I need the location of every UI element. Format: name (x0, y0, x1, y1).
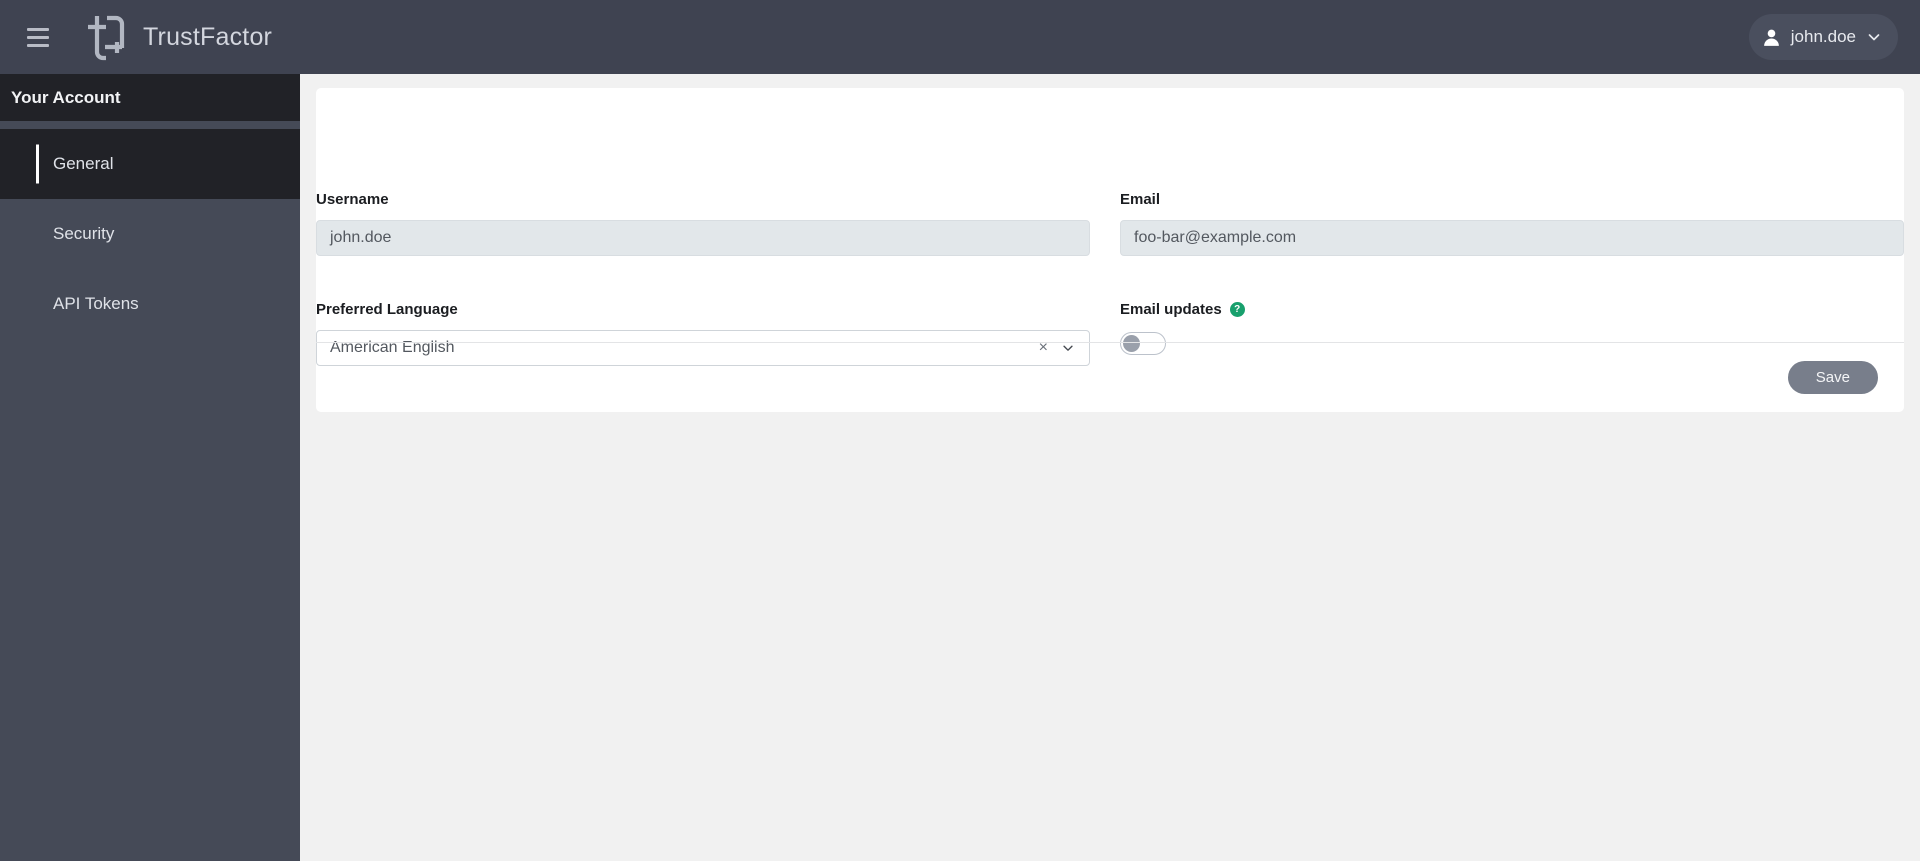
email-updates-label: Email updates ? (1120, 301, 1904, 318)
user-menu-button[interactable]: john.doe (1748, 14, 1898, 60)
username-input[interactable]: john.doe (316, 220, 1090, 256)
sidebar-item-api-tokens[interactable]: API Tokens (0, 269, 300, 339)
sidebar: Your Account General Security API Tokens (0, 74, 300, 861)
chevron-down-icon (1868, 34, 1880, 41)
hamburger-icon[interactable] (15, 14, 61, 60)
brand-name: TrustFactor (143, 22, 273, 51)
email-input[interactable]: foo-bar@example.com (1120, 220, 1904, 256)
username-field-group: Username john.doe (316, 191, 1110, 256)
form-row-1: Username john.doe Email foo-bar@example.… (316, 191, 1904, 256)
sidebar-item-security[interactable]: Security (0, 199, 300, 269)
account-settings-card: Username john.doe Email foo-bar@example.… (316, 88, 1904, 412)
email-label: Email (1120, 191, 1161, 208)
trustfactor-logo-icon (88, 15, 125, 61)
top-header: TrustFactor john.doe (0, 0, 1920, 74)
sidebar-item-label: Security (53, 224, 115, 243)
question-mark-icon[interactable]: ? (1229, 302, 1245, 317)
user-menu-label: john.doe (1790, 27, 1856, 46)
main-content: Username john.doe Email foo-bar@example.… (300, 74, 1920, 861)
brand-logo-link[interactable]: TrustFactor (81, 12, 272, 62)
active-indicator (36, 144, 39, 184)
email-updates-label-text: Email updates (1120, 301, 1222, 318)
preferred-language-label: Preferred Language (316, 301, 458, 318)
email-field-group: Email foo-bar@example.com (1110, 191, 1904, 256)
username-label: Username (316, 191, 389, 208)
sidebar-item-label: API Tokens (53, 294, 139, 313)
sidebar-title: Your Account (0, 74, 300, 121)
sidebar-item-label: General (53, 154, 114, 173)
hamburger-line (27, 35, 49, 39)
hamburger-line (27, 43, 49, 47)
save-button[interactable]: Save (1787, 361, 1878, 394)
hamburger-line (27, 27, 49, 31)
person-icon (1763, 29, 1779, 46)
card-footer: Save (316, 343, 1904, 412)
sidebar-item-general[interactable]: General (0, 129, 300, 199)
